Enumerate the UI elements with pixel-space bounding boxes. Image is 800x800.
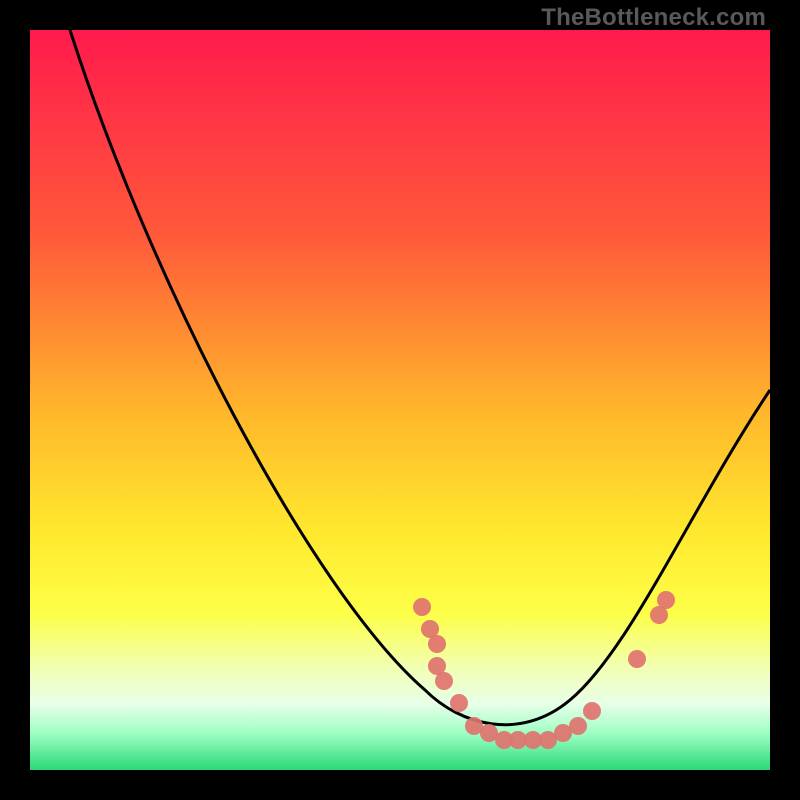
chart-frame — [30, 30, 770, 770]
background-gradient — [30, 30, 770, 770]
plot-area — [30, 30, 770, 770]
watermark: TheBottleneck.com — [541, 4, 766, 32]
